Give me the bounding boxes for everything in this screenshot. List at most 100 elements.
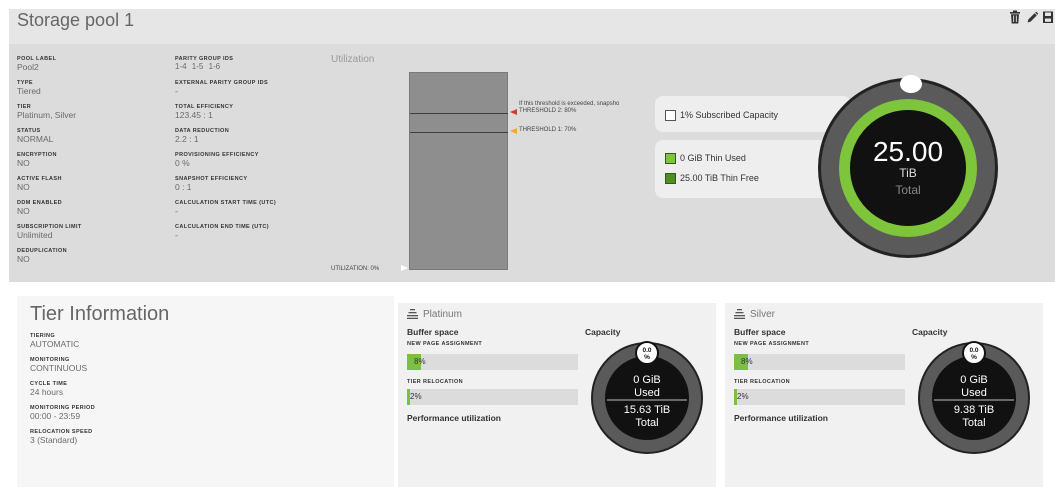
thin-used-label: 0 GiB Thin Used (680, 153, 746, 163)
detail-parity-group-ids: PARITY GROUP IDS 1-4 1-5 1-6 (175, 56, 325, 80)
field-value: - (175, 86, 178, 96)
detail-type: TYPE Tiered (17, 80, 167, 104)
donut-total-value: 15.63 TiB (624, 404, 670, 416)
pool-details-right: PARITY GROUP IDS 1-4 1-5 1-6 EXTERNAL PA… (175, 56, 325, 248)
tier-information-title: Tier Information (30, 303, 170, 325)
utilization-bar (409, 72, 508, 270)
field-value: 0 % (175, 158, 190, 168)
threshold-2-label: THRESHOLD 2: 80% (519, 107, 577, 114)
detail-provisioning-efficiency: PROVISIONING EFFICIENCY 0 % (175, 152, 325, 176)
detail-total-efficiency: TOTAL EFFICIENCY 123.45 : 1 (175, 104, 325, 128)
performance-utilization-title: Performance utilization (407, 413, 501, 423)
detail-tier: TIER Platinum, Silver (17, 104, 167, 128)
bar-text: 8% (414, 357, 426, 366)
thin-free-label: 25.00 TiB Thin Free (680, 173, 759, 183)
tier-field-monitoring: MONITORING CONTINUOUS (30, 357, 230, 381)
field-value: CONTINUOUS (30, 363, 88, 373)
buffer-space-title: Buffer space (407, 327, 459, 337)
capacity-title: Capacity (912, 327, 948, 337)
field-value: Pool2 (17, 62, 39, 72)
threshold-2-note: If this threshold is exceeded, snapsho (519, 100, 620, 107)
save-icon[interactable] (1042, 10, 1054, 24)
detail-subscription-limit: SUBSCRIPTION LIMIT Unlimited (17, 224, 167, 248)
capacity-title: Capacity (585, 327, 621, 337)
threshold-1-line (410, 132, 508, 134)
delete-icon[interactable] (1009, 10, 1021, 24)
pool-details-left: POOL LABEL Pool2 TYPE Tiered TIER Platin… (17, 56, 167, 272)
thin-used-swatch-icon (665, 153, 676, 164)
tier-name: Silver (750, 309, 776, 320)
field-value: NO (17, 158, 30, 168)
donut-used-label: Used (634, 387, 660, 399)
field-value: AUTOMATIC (30, 339, 80, 349)
tier-relocation-label: TIER RELOCATION (734, 379, 791, 385)
tier-field-tiering: TIERING AUTOMATIC (30, 333, 230, 357)
field-value: NO (17, 182, 30, 192)
detail-ddm-enabled: DDM ENABLED NO (17, 200, 167, 224)
donut-total-label: Total (635, 417, 658, 429)
field-value: Tiered (17, 86, 41, 96)
tier-panel-silver: Silver Buffer space Capacity NEW PAGE AS… (725, 303, 1043, 487)
utilization-title: Utilization (331, 54, 375, 65)
field-value: NO (17, 254, 30, 264)
detail-encryption: ENCRYPTION NO (17, 152, 167, 176)
tier-name: Platinum (423, 309, 462, 320)
new-page-assignment-label: NEW PAGE ASSIGNMENT (734, 341, 810, 347)
donut-badge-unit: % (644, 354, 650, 361)
detail-calculation-start-time: CALCULATION START TIME (UTC) - (175, 200, 325, 224)
page-title: Storage pool 1 (17, 10, 135, 30)
field-value: - (175, 206, 178, 216)
field-value: Unlimited (17, 230, 53, 240)
field-value: NO (17, 206, 30, 216)
performance-utilization-title: Performance utilization (734, 413, 828, 423)
donut-badge-unit: % (971, 354, 977, 361)
donut-total-label: Total (895, 183, 920, 197)
field-value: 0 : 1 (175, 182, 192, 192)
tier-stack-icon (734, 309, 745, 319)
field-value: 3 (Standard) (30, 435, 78, 445)
utilization-current-label: UTILIZATION: 0% (331, 266, 380, 272)
tier-field-relocation-speed: RELOCATION SPEED 3 (Standard) (30, 429, 230, 453)
detail-status: STATUS NORMAL (17, 128, 167, 152)
utilization-pointer-icon (401, 265, 408, 271)
field-value: Platinum, Silver (17, 110, 77, 120)
field-value: 24 hours (30, 387, 64, 397)
donut-badge-value: 0.0 (642, 347, 651, 354)
tier-field-cycle-time: CYCLE TIME 24 hours (30, 381, 230, 405)
tier-panel-platinum: Platinum Buffer space Capacity NEW PAGE … (398, 303, 716, 487)
bar-text: 8% (741, 357, 753, 366)
donut-knob-icon (900, 75, 922, 93)
detail-calculation-end-time: CALCULATION END TIME (UTC) - (175, 224, 325, 248)
tier-stack-icon (407, 309, 418, 319)
donut-value: 25.00 (873, 136, 943, 167)
tier-capacity-donut: 0.0 % 0 GiB Used 15.63 TiB Total (591, 341, 703, 454)
detail-deduplication: DEDUPLICATION NO (17, 248, 167, 272)
field-value: NORMAL (17, 134, 54, 144)
field-value: 00:00 - 23:59 (30, 411, 81, 421)
threshold-2-arrow-icon (510, 108, 517, 115)
edit-icon[interactable] (1026, 10, 1038, 24)
field-value: 123.45 : 1 (175, 110, 213, 120)
subscribed-capacity-checkbox[interactable] (665, 110, 676, 121)
subscribed-capacity-label: 1% Subscribed Capacity (680, 110, 779, 120)
tier-relocation-bar: 2% (407, 389, 578, 405)
tier-field-monitoring-period: MONITORING PERIOD 00:00 - 23:59 (30, 405, 230, 429)
tier-capacity-donut: 0.0 % 0 GiB Used 9.38 TiB Total (918, 341, 1030, 454)
new-page-assignment-bar: 8% (407, 354, 578, 370)
detail-active-flash: ACTIVE FLASH NO (17, 176, 167, 200)
field-value: - (175, 230, 178, 240)
thin-free-swatch-icon (665, 173, 676, 184)
field-value: 2.2 : 1 (175, 134, 199, 144)
detail-external-parity-group-ids: EXTERNAL PARITY GROUP IDS - (175, 80, 325, 104)
tier-relocation-label: TIER RELOCATION (407, 379, 464, 385)
new-page-assignment-bar: 8% (734, 354, 905, 370)
threshold-1-arrow-icon (510, 128, 517, 135)
page-header (9, 9, 1055, 44)
donut-used-value: 0 GiB (633, 374, 661, 386)
new-page-assignment-label: NEW PAGE ASSIGNMENT (407, 341, 483, 347)
buffer-space-title: Buffer space (734, 327, 786, 337)
donut-used-label: Used (961, 387, 987, 399)
bar-text: 2% (410, 392, 422, 401)
bar-text: 2% (737, 392, 749, 401)
threshold-2-line (410, 112, 508, 114)
